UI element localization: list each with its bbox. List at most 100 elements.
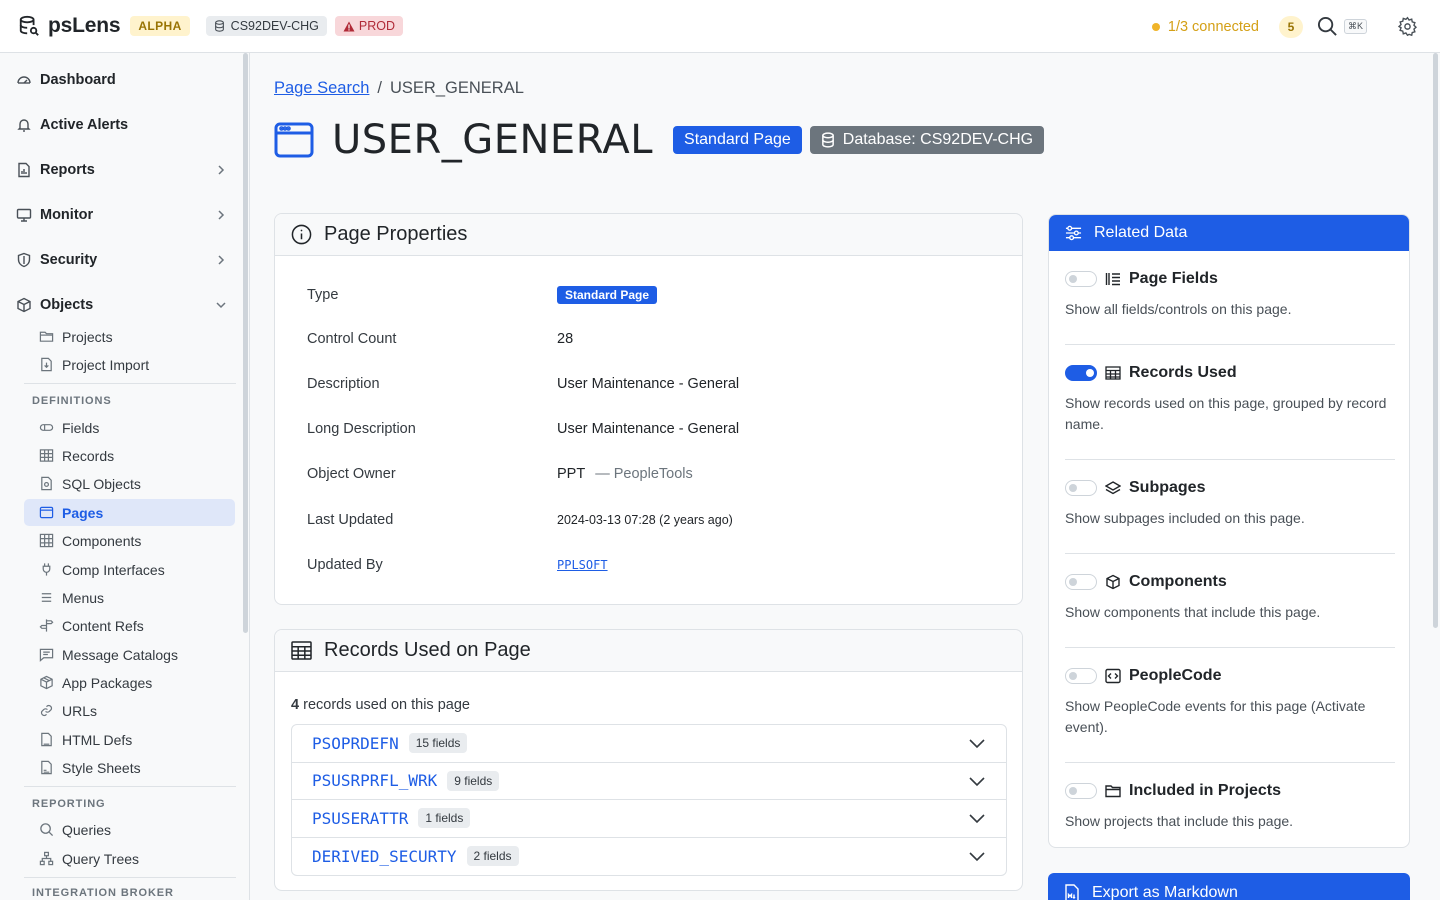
html-file-icon [41, 732, 52, 747]
sidebar-item-security[interactable]: Security [16, 245, 236, 275]
sql-file-icon [41, 476, 52, 491]
included-in-projects-toggle[interactable] [1065, 783, 1097, 799]
alert-count-badge[interactable]: 5 [1278, 15, 1303, 38]
topbar-actions: 1/3 connected 5 ⌘K [1151, 0, 1418, 53]
peoplecode-toggle[interactable] [1065, 668, 1097, 684]
chevron-right-icon [218, 255, 225, 265]
signpost-icon [39, 619, 54, 632]
sidebar-item-label: App Packages [62, 674, 153, 691]
database-icon [821, 132, 834, 148]
components-toggle[interactable] [1065, 574, 1097, 590]
monitor-icon [16, 208, 32, 222]
sidebar-item-comp-interfaces[interactable]: Comp Interfaces [24, 556, 235, 583]
file-import-icon [41, 357, 52, 372]
sidebar-item-project-import[interactable]: Project Import [24, 351, 235, 378]
sidebar-item-html-defs[interactable]: HTML Defs [24, 726, 235, 753]
property-row: Object Owner PPT — PeopleTools [307, 466, 693, 482]
grid-icon [39, 533, 54, 548]
related-item-description: Show projects that include this page. [1065, 813, 1294, 829]
sidebar-item-style-sheets[interactable]: Style Sheets [24, 754, 235, 781]
record-field-count: 1 fields [418, 808, 471, 829]
sidebar-item-urls[interactable]: URLs [24, 697, 235, 724]
sidebar-scrollbar[interactable] [243, 53, 248, 633]
connection-status[interactable]: 1/3 connected [1168, 19, 1259, 35]
report-icon [18, 162, 30, 178]
sidebar-item-components[interactable]: Components [24, 527, 235, 554]
card-title: Records Used on Page [324, 639, 531, 661]
sidebar-item-dashboard[interactable]: Dashboard [16, 65, 236, 95]
page-window-icon [274, 122, 314, 158]
page-fields-toggle[interactable] [1065, 271, 1097, 287]
table-icon [1105, 366, 1121, 380]
sidebar-section-definitions: DEFINITIONS [32, 395, 112, 407]
card-header: Page Properties [275, 214, 1022, 256]
brand[interactable]: psLens [18, 14, 121, 38]
record-item[interactable]: PSOPRDEFN 15 fields [292, 725, 1006, 763]
sidebar-item-label: Fields [62, 419, 100, 436]
related-item-description: Show components that include this page. [1065, 604, 1321, 620]
warning-icon [343, 21, 355, 31]
record-field-count: 9 fields [447, 770, 500, 791]
chevron-down-icon [216, 302, 226, 309]
sidebar-item-app-packages[interactable]: App Packages [24, 669, 235, 696]
main-scrollbar[interactable] [1433, 53, 1438, 628]
breadcrumb-current: USER_GENERAL [390, 79, 524, 97]
property-type-badge: Standard Page [557, 286, 658, 304]
sidebar-item-message-catalogs[interactable]: Message Catalogs [24, 641, 235, 668]
sidebar-item-sql-objects[interactable]: SQL Objects [24, 470, 235, 497]
sidebar-section-integration-broker: INTEGRATION BROKER [32, 887, 174, 899]
database-badge: Database: CS92DEV-CHG [809, 126, 1045, 154]
shield-icon [17, 252, 31, 268]
sidebar-item-projects[interactable]: Projects [24, 323, 235, 350]
sidebar-item-objects[interactable]: Objects [16, 290, 236, 320]
records-count-suffix: records used on this page [303, 697, 470, 713]
record-item[interactable]: DERIVED_SECURTY 2 fields [292, 838, 1006, 876]
sidebar-item-queries[interactable]: Queries [24, 816, 235, 843]
records-used-toggle[interactable] [1065, 365, 1097, 381]
property-label: Description [307, 376, 380, 392]
field-list-icon [1105, 273, 1120, 286]
search-icon [1317, 16, 1337, 36]
record-field-count: 2 fields [466, 846, 519, 867]
sidebar-item-label: Components [62, 532, 142, 549]
breadcrumb-link-page-search[interactable]: Page Search [274, 79, 369, 98]
sidebar-item-pages[interactable]: Pages [24, 499, 235, 526]
sidebar-item-fields[interactable]: Fields [24, 414, 235, 441]
property-row: Type Standard Page [307, 286, 658, 304]
message-icon [39, 648, 54, 662]
sidebar-item-menus[interactable]: Menus [24, 584, 235, 611]
record-item[interactable]: PSUSRPRFL_WRK 9 fields [292, 763, 1006, 800]
sidebar-item-label: Comp Interfaces [62, 561, 165, 578]
table-icon [39, 449, 54, 462]
search-button[interactable]: ⌘K [1317, 16, 1367, 37]
updated-by-link[interactable]: PPLSOFT [557, 558, 608, 572]
related-item-description: Show all fields/controls on this page. [1065, 301, 1292, 317]
sidebar-item-monitor[interactable]: Monitor [16, 200, 236, 230]
sidebar-item-reports[interactable]: Reports [16, 155, 236, 185]
db-badge[interactable]: CS92DEV-CHG [205, 16, 327, 36]
sidebar-item-label: Project Import [62, 356, 150, 373]
env-badge-label: PROD [358, 19, 396, 33]
tree-icon [39, 851, 54, 866]
related-data-card: Related Data Page Fields Show all fields… [1048, 214, 1410, 848]
connection-status-dot [1151, 22, 1160, 31]
sidebar-item-active-alerts[interactable]: Active Alerts [16, 110, 236, 140]
record-item[interactable]: PSUSERATTR 1 fields [292, 800, 1006, 838]
related-item-title: Included in Projects [1129, 782, 1282, 799]
gear-icon[interactable] [1397, 16, 1418, 37]
export-markdown-button[interactable]: Export as Markdown [1048, 873, 1410, 900]
sidebar-item-label: Queries [62, 821, 112, 838]
database-badge-label: Database: CS92DEV-CHG [842, 131, 1034, 148]
search-icon [40, 823, 54, 837]
record-name: PSUSERATTR [312, 808, 409, 828]
sidebar-item-records[interactable]: Records [24, 442, 235, 469]
subpages-toggle[interactable] [1065, 480, 1097, 496]
record-field-count: 15 fields [408, 733, 468, 754]
sidebar-item-content-refs[interactable]: Content Refs [24, 612, 235, 639]
sidebar: Dashboard Active Alerts Reports Monitor … [0, 53, 250, 900]
cube-icon [1106, 574, 1120, 590]
sidebar-item-query-trees[interactable]: Query Trees [24, 845, 235, 872]
sidebar-item-label: Dashboard [40, 72, 116, 88]
card-header: Records Used on Page [275, 630, 1022, 672]
sidebar-item-label: Security [40, 252, 98, 268]
